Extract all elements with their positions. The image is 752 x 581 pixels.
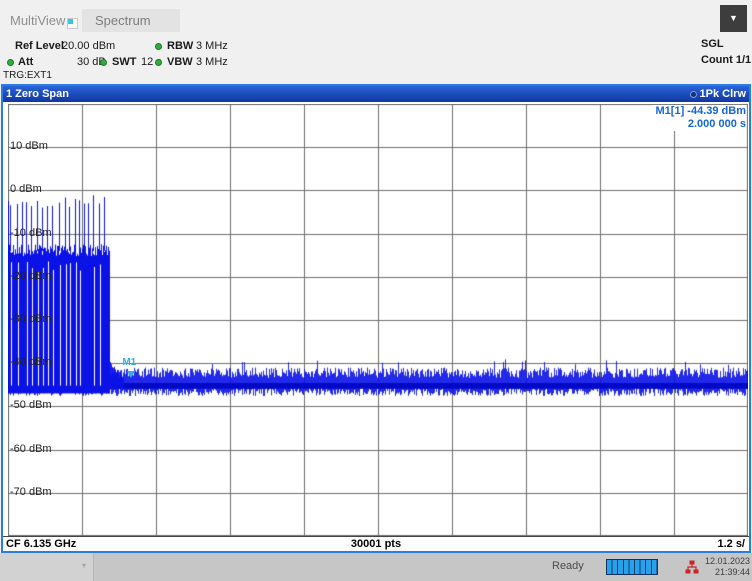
network-status-icon — [685, 560, 699, 579]
rbw-status-led-icon — [155, 43, 162, 50]
multiview-window-icon — [67, 18, 78, 29]
rbw-value[interactable]: 3 MHz — [196, 40, 228, 52]
status-bar-left-segment[interactable]: ▾ — [0, 553, 94, 581]
tab-spectrum[interactable]: Spectrum — [82, 9, 180, 32]
y-axis-tick-label: 0 dBm — [10, 183, 42, 195]
graph-footer: CF 6.135 GHz 30001 pts 1.2 s/ — [3, 536, 749, 551]
time-per-division-field[interactable]: 1.2 s/ — [717, 538, 745, 550]
trace-mode-indicator[interactable]: 1Pk Clrw — [690, 88, 746, 100]
trace-mode-dot-icon — [690, 91, 697, 98]
trigger-source-label[interactable]: TRG:EXT1 — [3, 70, 52, 81]
status-date: 12.01.2023 — [705, 556, 750, 567]
swt-label[interactable]: SWT — [112, 56, 136, 68]
trace-mode-label: 1Pk Clrw — [700, 88, 746, 100]
status-bar: ▾ Ready 12.01.2023 21:39:44 — [0, 553, 752, 581]
y-axis-tick-label: -50 dBm — [10, 399, 52, 411]
rbw-label[interactable]: RBW — [167, 40, 193, 52]
att-label[interactable]: Att — [18, 56, 33, 68]
window-titlebar[interactable]: 1 Zero Span 1Pk Clrw — [3, 86, 749, 102]
window-menu-button[interactable]: ▼ — [720, 5, 747, 32]
dropdown-caret-icon: ▼ — [729, 13, 738, 23]
ref-level-value[interactable]: 20.00 dBm — [62, 40, 115, 52]
vbw-status-led-icon — [155, 59, 162, 66]
y-axis-tick-label: -60 dBm — [10, 443, 52, 455]
sweep-progress-bar — [606, 559, 658, 575]
vbw-label[interactable]: VBW — [167, 56, 193, 68]
marker-m1-label[interactable]: M1 — [122, 357, 136, 368]
status-caret-icon: ▾ — [82, 561, 86, 570]
marker-readout-level: M1[1] -44.39 dBm — [656, 105, 746, 118]
sweep-count-label: Count 1/1 — [701, 54, 751, 66]
date-time-display: 12.01.2023 21:39:44 — [705, 556, 750, 578]
marker-m1-triangle-icon[interactable] — [127, 371, 135, 378]
y-axis-tick-label: -70 dBm — [10, 486, 52, 498]
tab-multiview[interactable]: MultiView — [10, 13, 65, 28]
att-status-led-icon — [7, 59, 14, 66]
y-axis-tick-label: -40 dBm — [10, 356, 52, 368]
marker-readout: M1[1] -44.39 dBm 2.000 000 s — [653, 105, 746, 131]
y-axis-tick-label: -20 dBm — [10, 270, 52, 282]
y-axis-tick-label: -10 dBm — [10, 227, 52, 239]
graph-area: M1[1] -44.39 dBm 2.000 000 s M1 10 dBm 0 … — [3, 102, 749, 536]
sweep-points-field[interactable]: 30001 pts — [3, 538, 749, 550]
measurement-window: 1 Zero Span 1Pk Clrw M1[1] -44.39 dBm 2.… — [1, 84, 751, 553]
swt-status-led-icon — [100, 59, 107, 66]
instrument-screen: MultiView Spectrum ▼ Ref Level 20.00 dBm… — [0, 0, 752, 581]
sweep-mode-label[interactable]: SGL — [701, 38, 724, 50]
y-axis-tick-label: -30 dBm — [10, 313, 52, 325]
status-state-label: Ready — [552, 560, 584, 572]
y-axis-tick-label: 10 dBm — [10, 140, 48, 152]
ref-level-label[interactable]: Ref Level — [15, 40, 64, 52]
vbw-value[interactable]: 3 MHz — [196, 56, 228, 68]
window-title: 1 Zero Span — [6, 88, 69, 100]
spectrum-trace-plot[interactable] — [8, 104, 748, 536]
status-time: 21:39:44 — [705, 567, 750, 578]
marker-readout-time: 2.000 000 s — [656, 118, 746, 131]
